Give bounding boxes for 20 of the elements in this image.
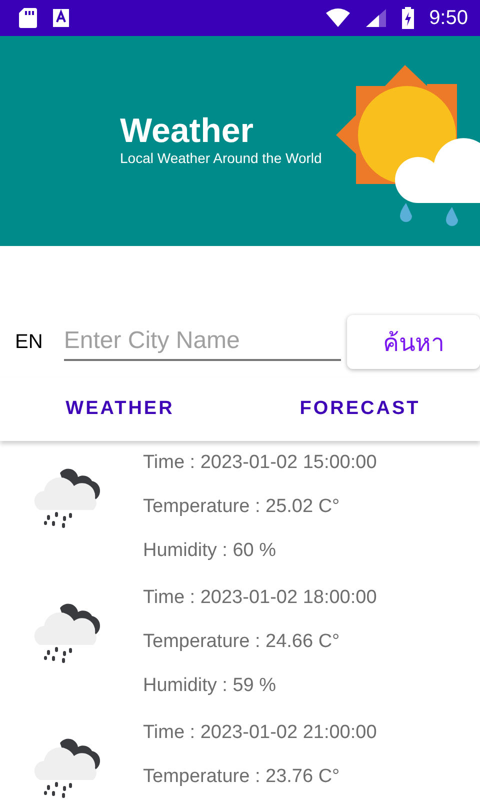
search-button[interactable]: ค้นหา [346,315,480,369]
battery-icon [401,7,416,29]
wifi-icon [325,8,352,28]
forecast-time: Time : 2023-01-02 18:00:00 [143,586,377,610]
language-label: EN [14,330,44,354]
clock: 9:50 [429,6,468,30]
forecast-humidity: Humidity : 60 % [143,539,278,563]
forecast-temperature: Temperature : 24.66 C° [143,630,341,654]
signal-icon [365,8,388,28]
tab[interactable]: WEATHER [0,377,240,441]
app-title: Weather [120,112,255,150]
tab[interactable]: FORECAST [240,377,480,441]
sd-card-icon [18,7,38,29]
forecast-time: Time : 2023-01-02 15:00:00 [143,451,377,475]
forecast-temperature: Temperature : 25.02 C° [143,495,341,519]
forecast-time: Time : 2023-01-02 21:00:00 [143,721,377,745]
forecast-temperature: Temperature : 23.76 C° [143,765,341,789]
keyboard-icon [52,8,70,28]
app-subtitle: Local Weather Around the World [120,150,322,166]
forecast-humidity: Humidity : 59 % [143,674,278,698]
